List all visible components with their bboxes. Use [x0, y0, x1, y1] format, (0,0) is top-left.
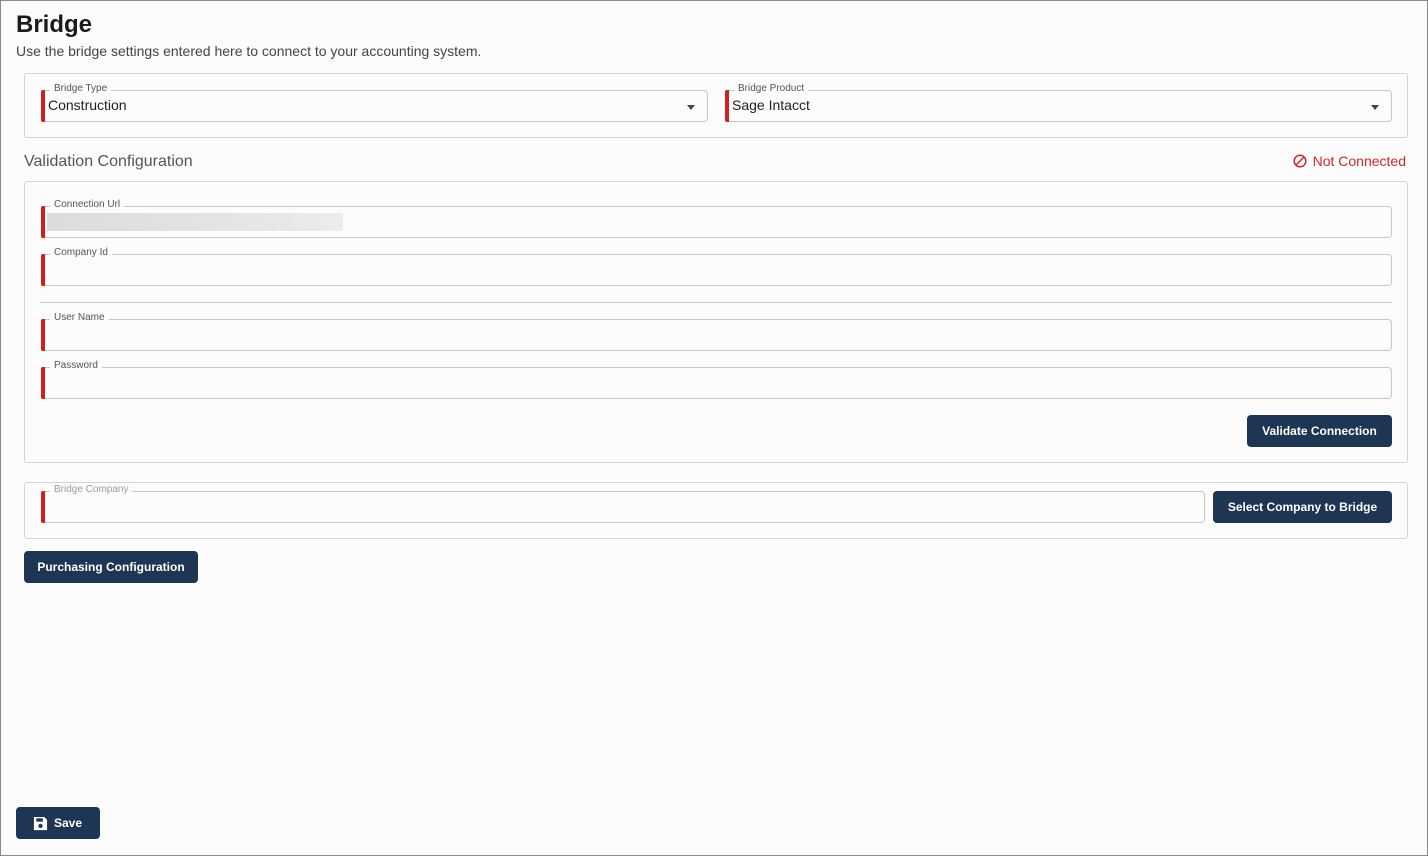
- bridge-type-select[interactable]: Bridge Type Construction: [41, 82, 708, 122]
- caret-down-icon: [1371, 105, 1379, 110]
- connection-url-label: Connection Url: [50, 198, 125, 212]
- purchasing-configuration-button[interactable]: Purchasing Configuration: [24, 551, 198, 583]
- user-name-field[interactable]: User Name: [41, 311, 1392, 351]
- page-subtitle: Use the bridge settings entered here to …: [16, 43, 482, 59]
- bridge-company-field[interactable]: Bridge Company: [41, 483, 1205, 523]
- save-button[interactable]: Save: [16, 807, 100, 839]
- section-divider: [40, 302, 1392, 303]
- connection-status: Not Connected: [1293, 153, 1406, 169]
- bridge-product-select[interactable]: Bridge Product Sage Intacct: [725, 82, 1392, 122]
- validation-panel: Connection Url Company Id User Name Pass…: [24, 181, 1408, 463]
- validate-connection-button[interactable]: Validate Connection: [1247, 415, 1392, 447]
- save-button-label: Save: [54, 816, 83, 830]
- bridge-settings-panel: Bridge Type Construction Bridge Product …: [24, 73, 1408, 138]
- user-name-label: User Name: [50, 311, 109, 325]
- connection-url-field[interactable]: Connection Url: [41, 198, 1392, 238]
- bridge-product-label: Bridge Product: [734, 82, 809, 96]
- caret-down-icon: [687, 105, 695, 110]
- bridge-page: Bridge Use the bridge settings entered h…: [0, 0, 1428, 856]
- floppy-disk-icon: [33, 816, 48, 830]
- company-id-label: Company Id: [50, 246, 112, 260]
- connection-url-redacted-value: [47, 213, 343, 231]
- company-id-field[interactable]: Company Id: [41, 246, 1392, 286]
- select-company-button[interactable]: Select Company to Bridge: [1213, 491, 1392, 523]
- validation-section-title: Validation Configuration: [24, 153, 193, 170]
- bridge-type-value: Construction: [48, 97, 127, 113]
- connection-status-text: Not Connected: [1312, 153, 1406, 169]
- bridge-product-value: Sage Intacct: [732, 97, 810, 113]
- ban-icon: [1293, 154, 1307, 168]
- page-title: Bridge: [16, 11, 93, 38]
- password-label: Password: [50, 359, 102, 373]
- bridge-company-label: Bridge Company: [50, 483, 133, 497]
- password-field[interactable]: Password: [41, 359, 1392, 399]
- bridge-type-label: Bridge Type: [50, 82, 112, 96]
- bridge-company-panel: Bridge Company Select Company to Bridge: [24, 482, 1408, 539]
